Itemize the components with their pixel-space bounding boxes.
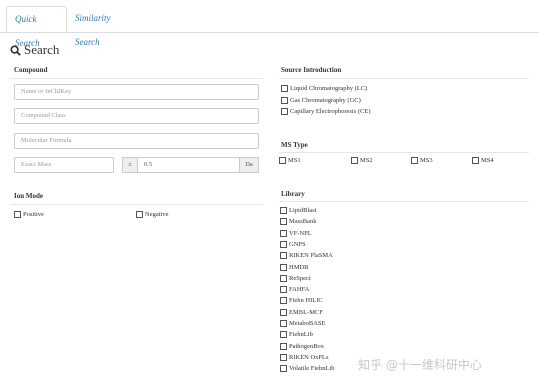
name-inchikey-input[interactable]: Name or InChIKey [14,84,259,100]
source-gc-checkbox[interactable]: Gas Chromatography (GC) [281,97,361,104]
checkbox-box[interactable] [280,297,287,305]
tab-similarity-search[interactable]: Similarity Search [67,6,141,47]
checkbox-box[interactable] [280,229,287,237]
divider [10,204,263,205]
search-icon [10,44,21,56]
checkbox-box[interactable] [279,157,286,164]
checkbox-box[interactable] [280,218,287,226]
checkbox-label: MetaboBASE [289,320,326,327]
library-heading: Library [281,190,305,198]
checkbox-label: MassBank [289,218,317,226]
checkbox-label: Negative [145,211,169,218]
checkbox-box[interactable] [280,252,287,260]
checkbox-box[interactable] [280,320,287,327]
watermark: 知乎 @十一维科研中心 [358,358,482,372]
ms-type-heading: MS Type [281,141,308,149]
checkbox-box[interactable] [280,274,287,282]
library-checkbox[interactable]: RIKEN PlaSMA [280,252,333,260]
checkbox-box[interactable] [280,308,287,316]
library-checkbox[interactable]: RIKEN OxPLs [280,353,329,361]
checkbox-label: GNPS [289,240,306,248]
page-title: Search [10,42,59,58]
checkbox-label: FiehnLib [289,331,313,339]
library-checkbox[interactable]: Fiehn HILIC [280,297,323,305]
tab-quick-search[interactable]: Quick Search [6,6,67,48]
divider [279,201,529,202]
checkbox-box[interactable] [136,211,143,218]
library-checkbox[interactable]: FiehnLib [280,331,313,339]
checkbox-box[interactable] [280,331,287,339]
library-checkbox[interactable]: HMDB [280,263,309,271]
checkbox-label: VF-NPL [289,229,312,237]
checkbox-label: MS4 [481,157,494,164]
checkbox-box[interactable] [472,157,479,164]
checkbox-box[interactable] [281,97,288,104]
ion-mode-heading: Ion Mode [14,192,43,200]
checkbox-label: HMDB [289,263,309,271]
exact-mass-input[interactable]: Exact Mass [14,157,114,173]
library-checkbox[interactable]: LipidBlast [280,207,316,214]
source-lc-checkbox[interactable]: Liquid Chromatography (LC) [281,85,367,92]
checkbox-box[interactable] [280,207,287,214]
checkbox-box[interactable] [280,353,287,361]
checkbox-box[interactable] [280,286,287,294]
checkbox-box[interactable] [351,157,358,164]
divider [10,78,263,79]
checkbox-box[interactable] [411,157,418,164]
checkbox-label: MS1 [288,157,301,164]
tab-bar: Quick Search Similarity Search [0,0,539,48]
library-checkbox[interactable]: FAHFA [280,286,310,294]
checkbox-label: Capillary Electrophoresis (CE) [290,108,371,115]
ms1-checkbox[interactable]: MS1 [279,157,301,164]
checkbox-box[interactable] [280,365,287,373]
checkbox-label: MS2 [360,157,373,164]
ms4-checkbox[interactable]: MS4 [472,157,494,164]
library-checkbox[interactable]: MetaboBASE [280,320,325,327]
tolerance-input[interactable]: 0.5 [137,157,240,173]
checkbox-label: RIKEN PlaSMA [289,252,333,260]
ms2-checkbox[interactable]: MS2 [351,157,373,164]
checkbox-label: RIKEN OxPLs [289,353,329,361]
unit-addon: Da [239,157,259,173]
checkbox-label: MS3 [420,157,433,164]
divider [279,152,529,153]
checkbox-label: LipidBlast [289,207,317,214]
checkbox-box[interactable] [14,211,21,218]
checkbox-box[interactable] [281,108,288,115]
checkbox-box[interactable] [280,263,287,271]
checkbox-label: Gas Chromatography (GC) [290,97,361,104]
ion-negative-checkbox[interactable]: Negative [136,211,168,218]
search-title-text: Search [24,42,60,57]
checkbox-label: FAHFA [289,286,310,294]
molecular-formula-input[interactable]: Molecular Formula [14,133,259,149]
checkbox-label: ReSpect [289,274,311,282]
ms3-checkbox[interactable]: MS3 [411,157,433,164]
library-checkbox[interactable]: PathogenBox [280,342,325,350]
checkbox-label: EMBL-MCF [289,308,323,316]
checkbox-label: PathogenBox [289,342,325,350]
divider [279,78,529,79]
tolerance-addon: ± [122,157,138,173]
checkbox-label: Positive [23,211,44,218]
library-checkbox[interactable]: Volatile FiehnLib [280,365,335,373]
ion-positive-checkbox[interactable]: Positive [14,211,44,218]
library-checkbox[interactable]: GNPS [280,240,306,248]
source-heading: Source Introduction [281,66,342,74]
library-checkbox[interactable]: ReSpect [280,274,311,282]
checkbox-box[interactable] [281,85,288,92]
checkbox-label: Volatile FiehnLib [289,365,335,373]
source-ce-checkbox[interactable]: Capillary Electrophoresis (CE) [281,108,371,115]
library-checkbox[interactable]: EMBL-MCF [280,308,323,316]
checkbox-box[interactable] [280,342,287,350]
compound-class-input[interactable]: Compound Class [14,108,259,124]
library-checkbox[interactable]: MassBank [280,218,317,226]
checkbox-box[interactable] [280,240,287,248]
checkbox-label: Fiehn HILIC [289,297,323,305]
compound-heading: Compound [14,66,48,74]
checkbox-label: Liquid Chromatography (LC) [290,85,368,92]
library-checkbox[interactable]: VF-NPL [280,229,312,237]
